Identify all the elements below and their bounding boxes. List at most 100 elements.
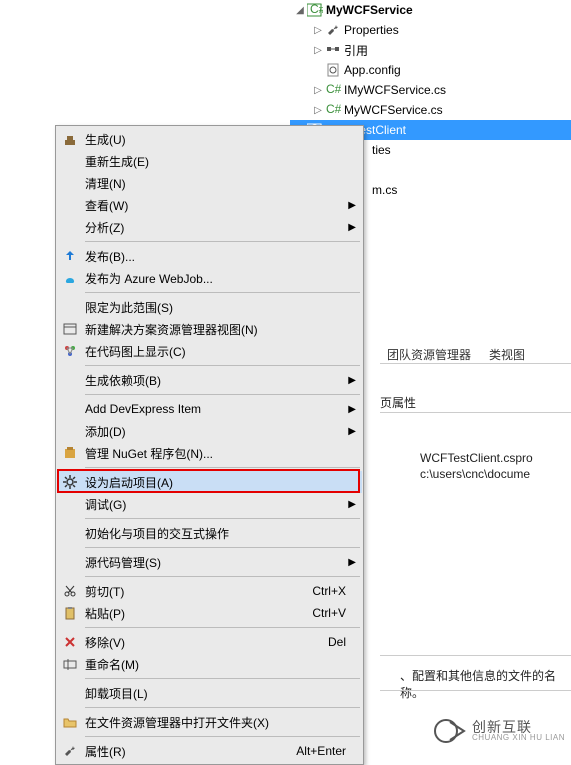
menu-item-shortcut: Del (328, 635, 362, 649)
submenu-arrow-icon: ▶ (348, 200, 356, 211)
menu-item-label: 发布为 Azure WebJob... (83, 270, 362, 287)
expand-icon[interactable]: ▷ (312, 45, 324, 56)
menu-item[interactable]: 发布(B)... (57, 245, 362, 267)
prop-project-file: WCFTestClient.cspro (420, 450, 533, 466)
rename-icon (57, 657, 83, 671)
panel-divider (380, 690, 571, 691)
tree-item-label: m.cs (370, 183, 397, 197)
menu-item-label: 重新生成(E) (83, 153, 362, 170)
menu-item[interactable]: 属性(R)Alt+Enter (57, 740, 362, 762)
tree-item-appconfig[interactable]: App.config (290, 60, 571, 80)
menu-separator (85, 678, 360, 679)
menu-item[interactable]: 设为启动项目(A) (57, 471, 362, 493)
tree-item-label: Properties (342, 23, 399, 37)
menu-item-label: 设为启动项目(A) (83, 474, 362, 491)
menu-item[interactable]: 调试(G)▶ (57, 493, 362, 515)
menu-item[interactable]: 生成(U) (57, 128, 362, 150)
menu-item[interactable]: 生成依赖项(B)▶ (57, 369, 362, 391)
panel-divider (380, 655, 571, 656)
wrench-icon (324, 22, 342, 38)
menu-item[interactable]: 重新生成(E) (57, 150, 362, 172)
menu-item[interactable]: 限定为此范围(S) (57, 296, 362, 318)
tree-item-label: App.config (342, 63, 401, 77)
watermark-icon (434, 716, 468, 746)
svg-text:C#: C# (310, 3, 323, 16)
menu-separator (85, 627, 360, 628)
menu-item[interactable]: 移除(V)Del (57, 631, 362, 653)
submenu-arrow-icon: ▶ (348, 375, 356, 386)
tree-item-references[interactable]: ▷ 引用 (290, 40, 571, 60)
menu-separator (85, 547, 360, 548)
menu-item[interactable]: 重命名(M) (57, 653, 362, 675)
menu-separator (85, 292, 360, 293)
menu-item-label: 源代码管理(S) (83, 554, 362, 571)
tree-item-label: IMyWCFService.cs (342, 83, 446, 97)
gear-icon (57, 475, 83, 489)
menu-item[interactable]: 新建解决方案资源管理器视图(N) (57, 318, 362, 340)
codemap-icon (57, 344, 83, 358)
menu-item-label: Add DevExpress Item (83, 402, 362, 416)
menu-item[interactable]: 初始化与项目的交互式操作 (57, 522, 362, 544)
csharp-project-icon: C# (306, 2, 324, 18)
menu-item-label: 清理(N) (83, 175, 362, 192)
menu-item-label: 移除(V) (83, 634, 328, 651)
menu-item[interactable]: 在代码图上显示(C) (57, 340, 362, 362)
svg-text:C#: C# (326, 103, 341, 116)
submenu-arrow-icon: ▶ (348, 557, 356, 568)
menu-item-shortcut: Ctrl+V (312, 606, 362, 620)
menu-item-label: 初始化与项目的交互式操作 (83, 525, 362, 542)
menu-item[interactable]: 剪切(T)Ctrl+X (57, 580, 362, 602)
cs-file-icon: C# (324, 102, 342, 118)
menu-item-label: 分析(Z) (83, 219, 362, 236)
project-node[interactable]: ◢ C# MyWCFService (290, 0, 571, 20)
expand-icon[interactable]: ▷ (312, 105, 324, 116)
properties-icon (57, 744, 83, 758)
menu-item-shortcut: Alt+Enter (296, 744, 362, 758)
properties-values: WCFTestClient.cspro c:\users\cnc\docume (420, 450, 533, 482)
tree-item-mywcfservice[interactable]: ▷ C# MyWCFService.cs (290, 100, 571, 120)
menu-item[interactable]: 清理(N) (57, 172, 362, 194)
submenu-arrow-icon: ▶ (348, 499, 356, 510)
menu-item[interactable]: 查看(W)▶ (57, 194, 362, 216)
tree-item-properties[interactable]: ▷ Properties (290, 20, 571, 40)
menu-item-label: 剪切(T) (83, 583, 312, 600)
menu-item-label: 在代码图上显示(C) (83, 343, 362, 360)
menu-separator (85, 365, 360, 366)
build-icon (57, 132, 83, 146)
menu-item[interactable]: 发布为 Azure WebJob... (57, 267, 362, 289)
menu-item[interactable]: 卸载项目(L) (57, 682, 362, 704)
azure-icon (57, 271, 83, 285)
menu-separator (85, 394, 360, 395)
menu-item-label: 重命名(M) (83, 656, 362, 673)
watermark: 创新互联 CHUANG XIN HU LIAN (434, 716, 565, 746)
menu-item[interactable]: 添加(D)▶ (57, 420, 362, 442)
cs-file-icon: C# (324, 82, 342, 98)
menu-item[interactable]: 管理 NuGet 程序包(N)... (57, 442, 362, 464)
expand-icon[interactable]: ▷ (312, 85, 324, 96)
menu-separator (85, 241, 360, 242)
menu-item-label: 在文件资源管理器中打开文件夹(X) (83, 714, 362, 731)
menu-separator (85, 467, 360, 468)
paste-icon (57, 606, 83, 620)
menu-item-label: 调试(G) (83, 496, 362, 513)
menu-item-label: 查看(W) (83, 197, 362, 214)
menu-item[interactable]: Add DevExpress Item▶ (57, 398, 362, 420)
cut-icon (57, 584, 83, 598)
menu-item[interactable]: 分析(Z)▶ (57, 216, 362, 238)
panel-divider (380, 412, 571, 413)
menu-separator (85, 518, 360, 519)
menu-item[interactable]: 粘贴(P)Ctrl+V (57, 602, 362, 624)
menu-item-label: 生成依赖项(B) (83, 372, 362, 389)
nuget-icon (57, 446, 83, 460)
expand-icon[interactable]: ◢ (294, 5, 306, 16)
menu-item-label: 发布(B)... (83, 248, 362, 265)
menu-item-label: 粘贴(P) (83, 605, 312, 622)
menu-item[interactable]: 源代码管理(S)▶ (57, 551, 362, 573)
submenu-arrow-icon: ▶ (348, 426, 356, 437)
tree-item-imywcfservice[interactable]: ▷ C# IMyWCFService.cs (290, 80, 571, 100)
remove-icon (57, 635, 83, 649)
references-icon (324, 42, 342, 58)
menu-item[interactable]: 在文件资源管理器中打开文件夹(X) (57, 711, 362, 733)
submenu-arrow-icon: ▶ (348, 222, 356, 233)
expand-icon[interactable]: ▷ (312, 25, 324, 36)
